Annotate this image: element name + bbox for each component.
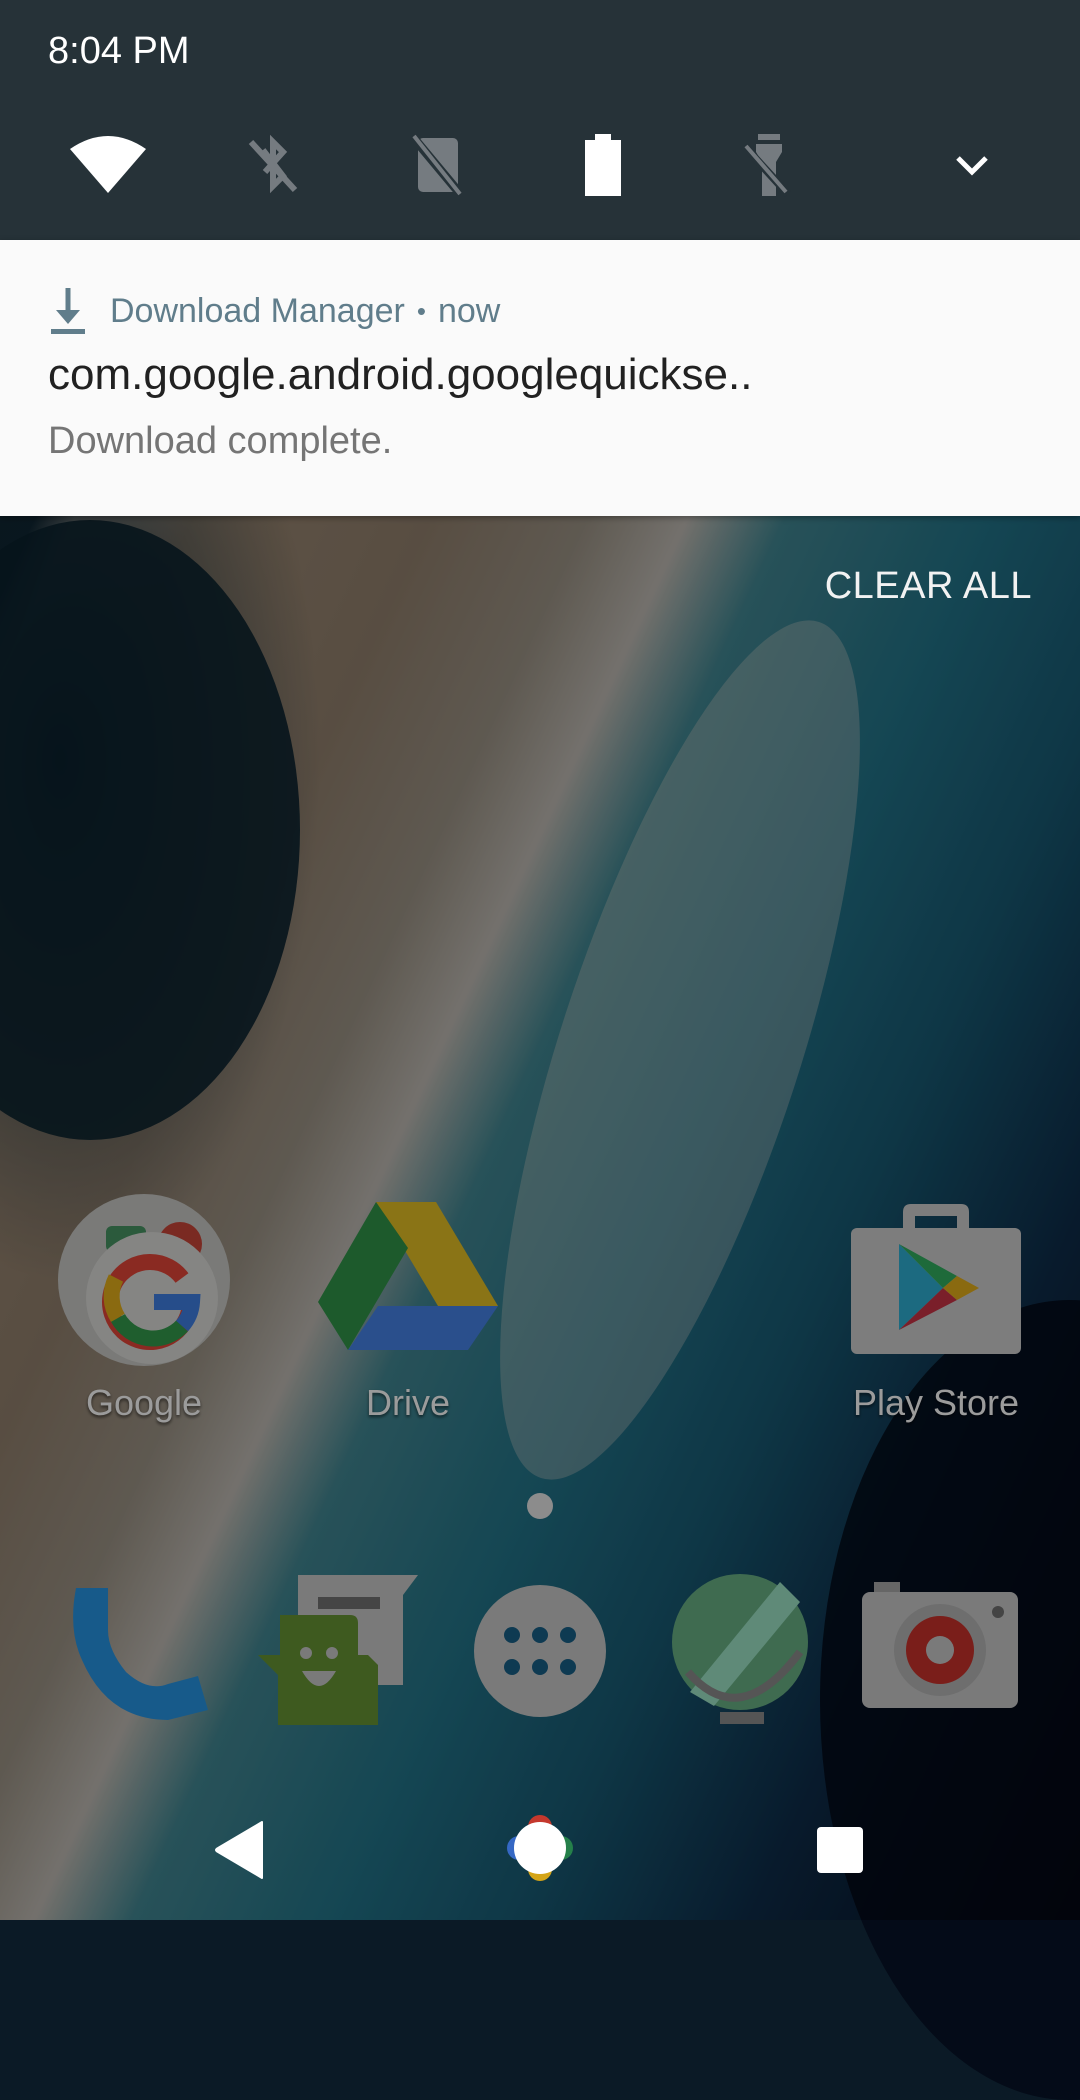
nav-back-button[interactable] [200,1810,280,1890]
play-store-icon [851,1204,1021,1354]
camera-icon [862,1582,1018,1708]
bluetooth-tile[interactable] [233,130,313,200]
download-icon [51,288,85,334]
app-label: Drive [365,1382,450,1423]
app-label: Play Store [852,1382,1020,1423]
quick-settings-tiles [0,110,1080,210]
quick-settings-header: 8:04 PM [0,0,1080,240]
dock-browser[interactable] [670,1572,815,1732]
dnd-tile[interactable] [398,130,478,200]
bluetooth-off-icon [248,134,298,194]
notification-text: Download complete. [48,420,393,462]
notification-header: Download Manager • now [48,286,500,336]
chevron-down-icon [956,156,988,176]
notification-time: now [437,291,501,330]
clear-all-button[interactable]: CLEAR ALL [825,565,1032,608]
dock-camera[interactable] [862,1582,1018,1708]
wifi-tile[interactable] [68,130,148,200]
recents-icon [817,1827,863,1873]
notification-app-name: Download Manager [110,291,405,330]
phone-icon [73,1588,208,1720]
flashlight-tile[interactable] [728,130,808,200]
google-drive-icon [318,1202,498,1350]
page-indicator-dot [527,1493,553,1519]
nav-recents-button[interactable] [800,1810,880,1890]
flashlight-off-icon [741,134,791,197]
clock: 8:04 PM [48,30,190,72]
dock-app-drawer[interactable] [474,1585,606,1717]
nav-home-button[interactable] [498,1806,582,1890]
expand-quick-settings-button[interactable] [932,130,1012,200]
app-drive[interactable]: Drive [308,1190,508,1440]
app-drawer-icon [474,1585,606,1717]
google-folder-icon [58,1194,230,1366]
globe-icon [672,1574,808,1724]
app-label: Google [85,1382,203,1423]
back-icon [215,1821,263,1879]
messenger-icon [258,1575,418,1725]
battery-tile[interactable] [563,130,643,200]
app-google[interactable]: Google [44,1190,244,1440]
dnd-off-icon [408,133,466,198]
battery-icon [585,134,621,196]
app-play-store[interactable]: Play Store [836,1190,1036,1440]
notification-title: com.google.android.googlequickse.. [48,350,753,399]
dock-phone[interactable] [68,1580,213,1720]
wifi-icon [70,136,146,193]
dock-messenger[interactable] [258,1575,418,1725]
notification-separator: • [416,295,426,326]
download-notification[interactable]: Download Manager • now com.google.androi… [0,240,1080,516]
home-icon [507,1815,573,1881]
